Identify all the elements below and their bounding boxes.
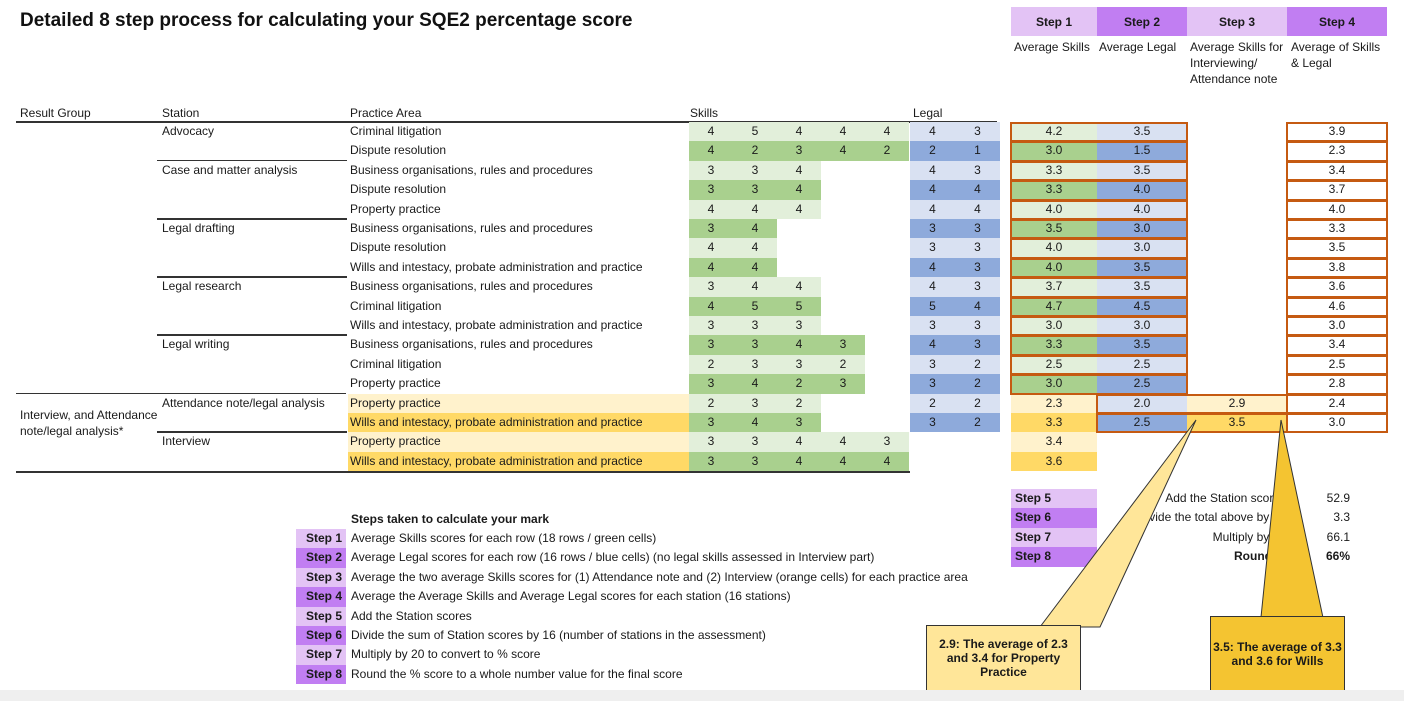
wills-callout: 3.5: The average of 3.3 and 3.6 for Will… [1210, 616, 1345, 692]
property-callout: 2.9: The average of 2.3 and 3.4 for Prop… [926, 625, 1081, 691]
property-callout-pointer [1038, 419, 1197, 628]
wills-callout-pointer [1259, 419, 1326, 628]
callout-pointers [1038, 419, 1326, 628]
footer-bar [0, 690, 1404, 701]
